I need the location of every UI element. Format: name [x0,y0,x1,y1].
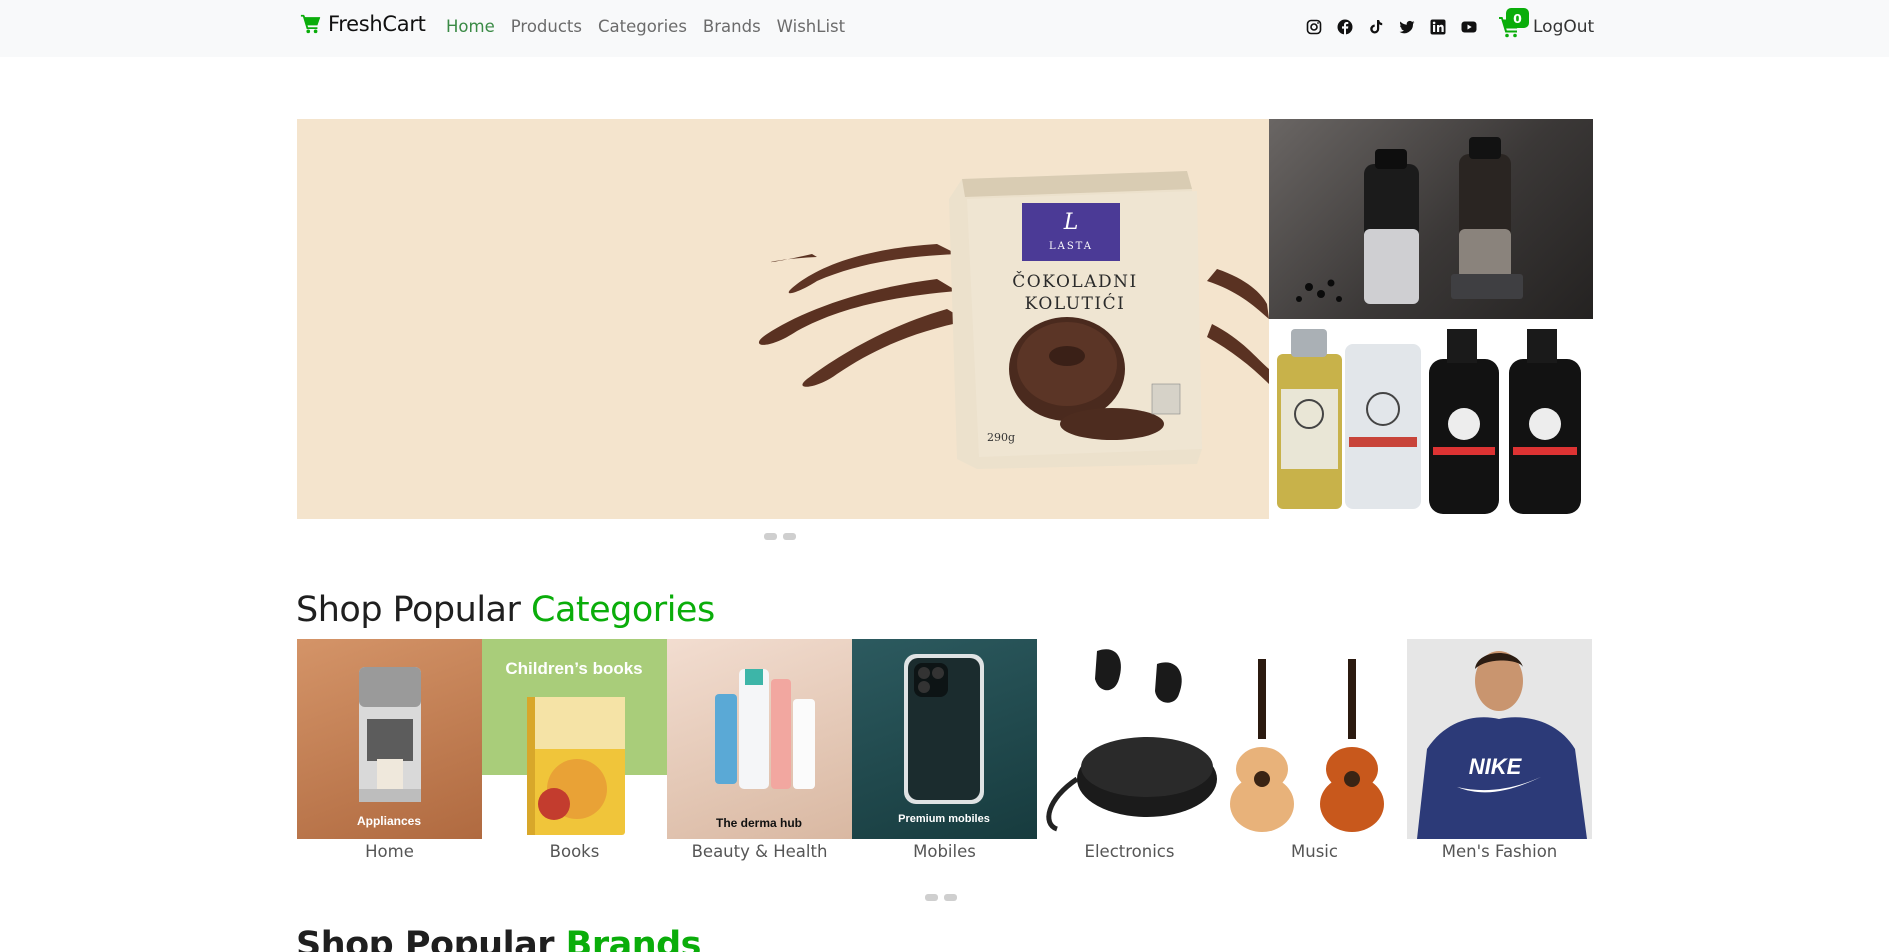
category-image-electronics [1037,639,1222,839]
social-links [1305,18,1478,36]
category-image-music [1222,639,1407,839]
category-image-home: Appliances [297,639,482,839]
oil-bottles-image [1277,329,1581,514]
instagram-icon[interactable] [1305,18,1323,36]
hero-product-title-1: ČOKOLADNI [1012,271,1137,292]
youtube-icon[interactable] [1460,18,1478,36]
hero-product-weight: 290g [987,431,1015,444]
category-name: Electronics [1084,842,1175,861]
chocolate-cookies-product-image: L LASTA ČOKOLADNI KOLUTIĆI 290g [758,171,1269,469]
category-overlay-mobiles: Premium mobiles [898,813,990,825]
categories-slider-dots [925,894,957,901]
svg-text:L: L [1063,210,1079,235]
category-image-beauty-health: The derma hub [667,639,852,839]
category-overlay-home: Appliances [357,814,421,828]
category-image-books: Children’s books [482,639,667,839]
cart-icon [300,14,321,34]
category-image-mens-fashion: NIKE [1407,639,1592,839]
categories-slider: Appliances Home Children’s books Books T… [297,639,1592,861]
hero-brand-label: LASTA [1049,241,1093,252]
category-card-books[interactable]: Children’s books Books [482,639,667,861]
category-name: Men's Fashion [1441,842,1558,861]
categories-dot-2[interactable] [944,894,957,901]
category-overlay-mens-fashion: NIKE [1469,754,1523,779]
hero-dot-2[interactable] [783,533,796,540]
category-overlay-books: Children’s books [505,659,642,678]
hero-dot-1[interactable] [764,533,777,540]
brands-title-prefix: Shop Popular [296,925,554,952]
brand-logo[interactable]: FreshCart [300,12,426,36]
category-name: Home [365,842,414,861]
brand-name: FreshCart [328,12,426,36]
category-overlay-beauty-health: The derma hub [716,816,802,830]
categories-dot-1[interactable] [925,894,938,901]
category-card-home[interactable]: Appliances Home [297,639,482,861]
nav-link-categories[interactable]: Categories [598,17,687,36]
category-card-mobiles[interactable]: Premium mobiles Mobiles [852,639,1037,861]
categories-title-accent: Categories [531,590,715,630]
logout-link[interactable]: LogOut [1533,17,1594,37]
facebook-icon[interactable] [1336,18,1354,36]
category-name: Music [1291,842,1338,861]
category-card-mens-fashion[interactable]: NIKE Men's Fashion [1407,639,1592,861]
linkedin-icon[interactable] [1429,18,1447,36]
nav-link-brands[interactable]: Brands [703,17,761,36]
hero-slider-dots [764,533,796,540]
category-card-beauty-health[interactable]: The derma hub Beauty & Health [667,639,852,861]
category-card-music[interactable]: Music [1222,639,1407,861]
nav-link-products[interactable]: Products [511,17,582,36]
nav-links: Home Products Categories Brands WishList [446,17,845,36]
nav-link-home[interactable]: Home [446,17,495,36]
navbar: FreshCart Home Products Categories Brand… [0,0,1889,57]
hero-slider-main[interactable]: L LASTA ČOKOLADNI KOLUTIĆI 290g [297,119,1269,519]
cosmetics-bottles-image [1296,137,1523,304]
categories-section-title: Shop Popular Categories [296,590,715,630]
brands-title-accent: Brands [565,925,702,952]
brands-section-title: Shop Popular Brands [296,925,702,952]
cart-count-badge: 0 [1506,8,1529,28]
cart-button[interactable]: 0 [1498,8,1529,41]
categories-title-prefix: Shop Popular [296,590,521,630]
twitter-icon[interactable] [1398,18,1416,36]
hero-product-title-2: KOLUTIĆI [1025,293,1126,314]
hero-banner-top[interactable] [1269,119,1593,319]
category-image-mobiles: Premium mobiles [852,639,1037,839]
category-name: Books [549,842,600,861]
category-name: Mobiles [913,842,976,861]
category-name: Beauty & Health [691,842,828,861]
tiktok-icon[interactable] [1367,18,1385,36]
nav-link-wishlist[interactable]: WishList [777,17,845,36]
category-card-electronics[interactable]: Electronics [1037,639,1222,861]
hero-banner-bottom[interactable] [1269,319,1593,519]
